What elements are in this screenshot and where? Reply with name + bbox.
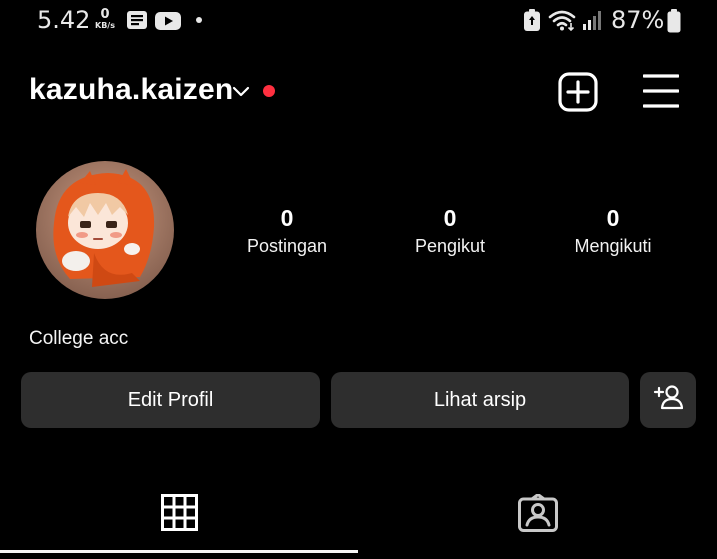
stat-followers-value: 0 (443, 205, 457, 231)
add-person-icon (653, 384, 684, 416)
stat-posts-label: Postingan (246, 236, 328, 256)
network-speed: 0 KB/s (92, 8, 118, 31)
signal-icon (582, 10, 604, 35)
stat-posts-value: 0 (280, 205, 294, 231)
edit-profile-button[interactable]: Edit Profil (21, 372, 320, 428)
battery-saver-icon (524, 9, 540, 36)
news-icon (126, 10, 148, 35)
edit-profile-label: Edit Profil (127, 388, 214, 411)
stat-posts[interactable]: 0 Postingan (202, 203, 372, 260)
notification-dot (263, 85, 275, 97)
profile-bio: College acc (29, 328, 129, 349)
view-archive-button[interactable]: Lihat arsip (331, 372, 629, 428)
network-speed-value: 0 (100, 7, 110, 22)
status-bar: 5.42 0 KB/s 87% (0, 0, 717, 44)
battery-icon (667, 9, 681, 38)
tagged-icon[interactable] (518, 493, 558, 537)
chevron-down-icon[interactable] (232, 85, 250, 103)
profile-avatar[interactable] (36, 161, 174, 299)
stat-following[interactable]: 0 Mengikuti (528, 203, 698, 260)
stat-following-value: 0 (606, 205, 620, 231)
stat-following-label: Mengikuti (574, 236, 652, 256)
create-plus-icon[interactable] (558, 72, 598, 117)
stat-followers-label: Pengikut (414, 236, 486, 256)
grid-icon[interactable] (161, 494, 198, 536)
battery-percent: 87% (611, 6, 665, 34)
profile-username[interactable]: kazuha.kaizen (29, 70, 233, 110)
view-archive-label: Lihat arsip (433, 388, 527, 411)
wifi-icon (548, 9, 576, 36)
discover-people-button[interactable] (640, 372, 696, 428)
menu-icon[interactable] (642, 74, 680, 113)
status-time: 5.42 (37, 6, 91, 34)
network-speed-unit: KB/s (95, 21, 115, 30)
youtube-icon (155, 12, 181, 35)
stat-followers[interactable]: 0 Pengikut (365, 203, 535, 260)
notification-more-dot (196, 17, 202, 23)
active-tab-indicator (0, 550, 358, 553)
